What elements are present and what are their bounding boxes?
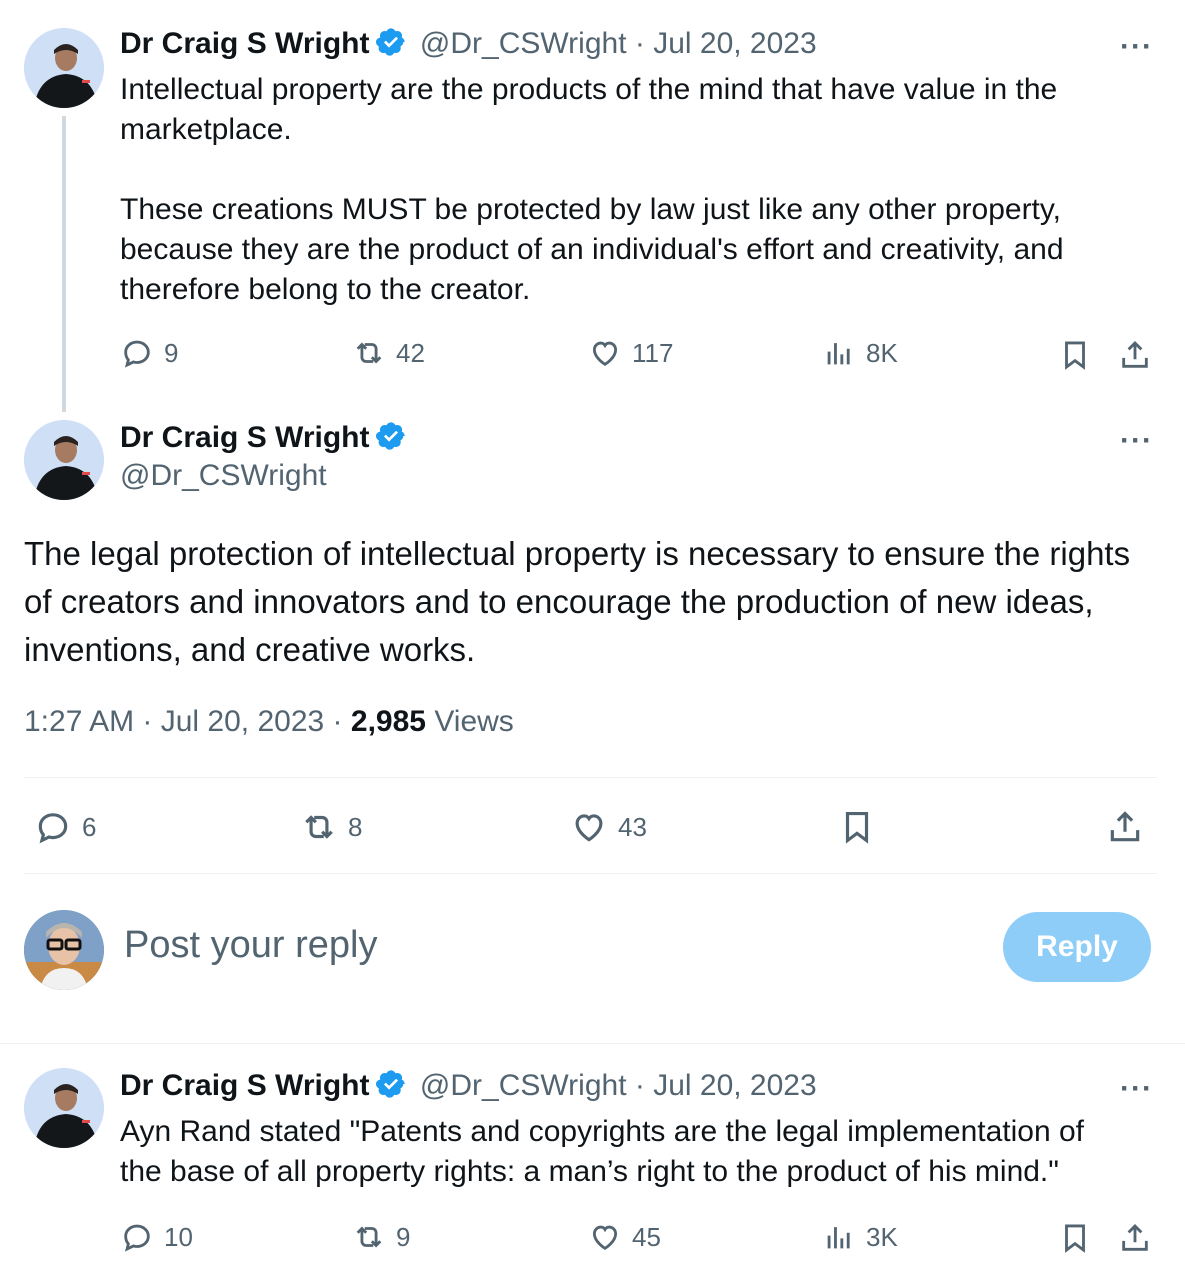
bookmark-icon	[1065, 1224, 1085, 1253]
author-name[interactable]: Dr Craig S Wright	[120, 27, 369, 60]
repost-count: 42	[396, 337, 425, 368]
tweet-header: Dr Craig S Wright @Dr_CSWright · Jul 20,…	[120, 27, 817, 60]
like-count: 117	[632, 337, 674, 368]
repost-count: 9	[396, 1221, 411, 1252]
bookmark-icon	[845, 811, 869, 844]
verified-badge-icon	[376, 1070, 406, 1098]
views-button[interactable]: 8K	[822, 336, 898, 370]
tweet-time[interactable]: 1:27 AM	[24, 705, 134, 738]
repost-icon	[305, 815, 333, 839]
views-chart-icon	[827, 1227, 850, 1249]
like-count: 43	[618, 811, 647, 842]
share-icon	[1122, 1223, 1148, 1251]
author-handle[interactable]: @Dr_CSWright	[120, 459, 407, 493]
author-avatar[interactable]	[24, 420, 104, 500]
reply-icon	[38, 813, 68, 844]
views-chart-icon	[827, 343, 850, 365]
share-icon	[1122, 340, 1148, 368]
repost-button[interactable]: 8	[300, 808, 362, 846]
reply-button[interactable]: 9	[120, 336, 178, 370]
tweet-date[interactable]: Jul 20, 2023	[653, 27, 816, 60]
thread-line	[62, 116, 66, 412]
tweet-date[interactable]: Jul 20, 2023	[161, 705, 324, 738]
author-handle[interactable]: @Dr_CSWright	[420, 1069, 627, 1102]
divider	[24, 873, 1157, 874]
share-icon	[1110, 811, 1140, 842]
heart-icon	[575, 814, 603, 842]
like-button[interactable]: 117	[588, 336, 673, 370]
author-name[interactable]: Dr Craig S Wright	[120, 421, 369, 454]
views-button[interactable]: 3K	[822, 1220, 898, 1254]
author-name[interactable]: Dr Craig S Wright	[120, 1069, 369, 1102]
tweet-meta: 1:27 AM · Jul 20, 2023 · 2,985 Views	[24, 705, 514, 738]
tweet-text: Intellectual property are the products o…	[120, 73, 1064, 306]
reply-count: 10	[164, 1221, 193, 1252]
repost-button[interactable]: 42	[352, 336, 425, 370]
reply-submit-button[interactable]: Reply	[1003, 912, 1151, 982]
tweet-header: Dr Craig S Wright @Dr_CSWright	[120, 420, 407, 493]
views-label: Views	[434, 705, 514, 738]
author-handle[interactable]: @Dr_CSWright	[420, 27, 627, 60]
reply-icon	[124, 340, 150, 368]
reply-count: 9	[164, 337, 179, 368]
share-button[interactable]	[1118, 1221, 1152, 1260]
repost-count: 8	[348, 811, 363, 842]
verified-badge-icon	[376, 422, 406, 450]
views-count: 8K	[866, 337, 898, 368]
share-button[interactable]	[1118, 338, 1152, 377]
main-tweet-text: The legal protection of intellectual pro…	[24, 535, 1131, 668]
like-button[interactable]: 45	[588, 1220, 661, 1254]
current-user-avatar[interactable]	[24, 910, 104, 990]
reply-button[interactable]: 10	[120, 1220, 193, 1254]
more-icon[interactable]: ···	[1120, 1072, 1153, 1106]
tweet-header: Dr Craig S Wright @Dr_CSWright · Jul 20,…	[120, 1069, 817, 1102]
views-count: 2,985	[350, 705, 426, 738]
reply-icon	[124, 1224, 150, 1252]
like-button[interactable]: 43	[570, 808, 647, 846]
repost-icon	[356, 342, 382, 364]
reply-input[interactable]: Post your reply	[124, 924, 377, 967]
bookmark-icon	[1065, 341, 1085, 370]
views-count: 3K	[866, 1221, 898, 1252]
bookmark-button[interactable]	[838, 808, 876, 851]
author-avatar[interactable]	[24, 28, 104, 108]
tweet-text: Ayn Rand stated "Patents and copyrights …	[120, 1115, 1093, 1188]
bookmark-button[interactable]	[1058, 338, 1092, 377]
verified-badge-icon	[376, 28, 406, 56]
more-icon[interactable]: ···	[1120, 30, 1153, 64]
bookmark-button[interactable]	[1058, 1221, 1092, 1260]
divider	[24, 777, 1157, 778]
heart-icon	[592, 341, 618, 366]
like-count: 45	[632, 1221, 661, 1252]
tweet-date[interactable]: Jul 20, 2023	[653, 1069, 816, 1102]
share-button[interactable]	[1106, 808, 1144, 851]
repost-icon	[356, 1226, 382, 1248]
author-avatar[interactable]	[24, 1068, 104, 1148]
reply-button[interactable]: 6	[34, 808, 96, 846]
more-icon[interactable]: ···	[1120, 424, 1153, 458]
repost-button[interactable]: 9	[352, 1220, 410, 1254]
reply-count: 6	[82, 811, 97, 842]
divider	[0, 1043, 1185, 1044]
heart-icon	[592, 1225, 618, 1250]
